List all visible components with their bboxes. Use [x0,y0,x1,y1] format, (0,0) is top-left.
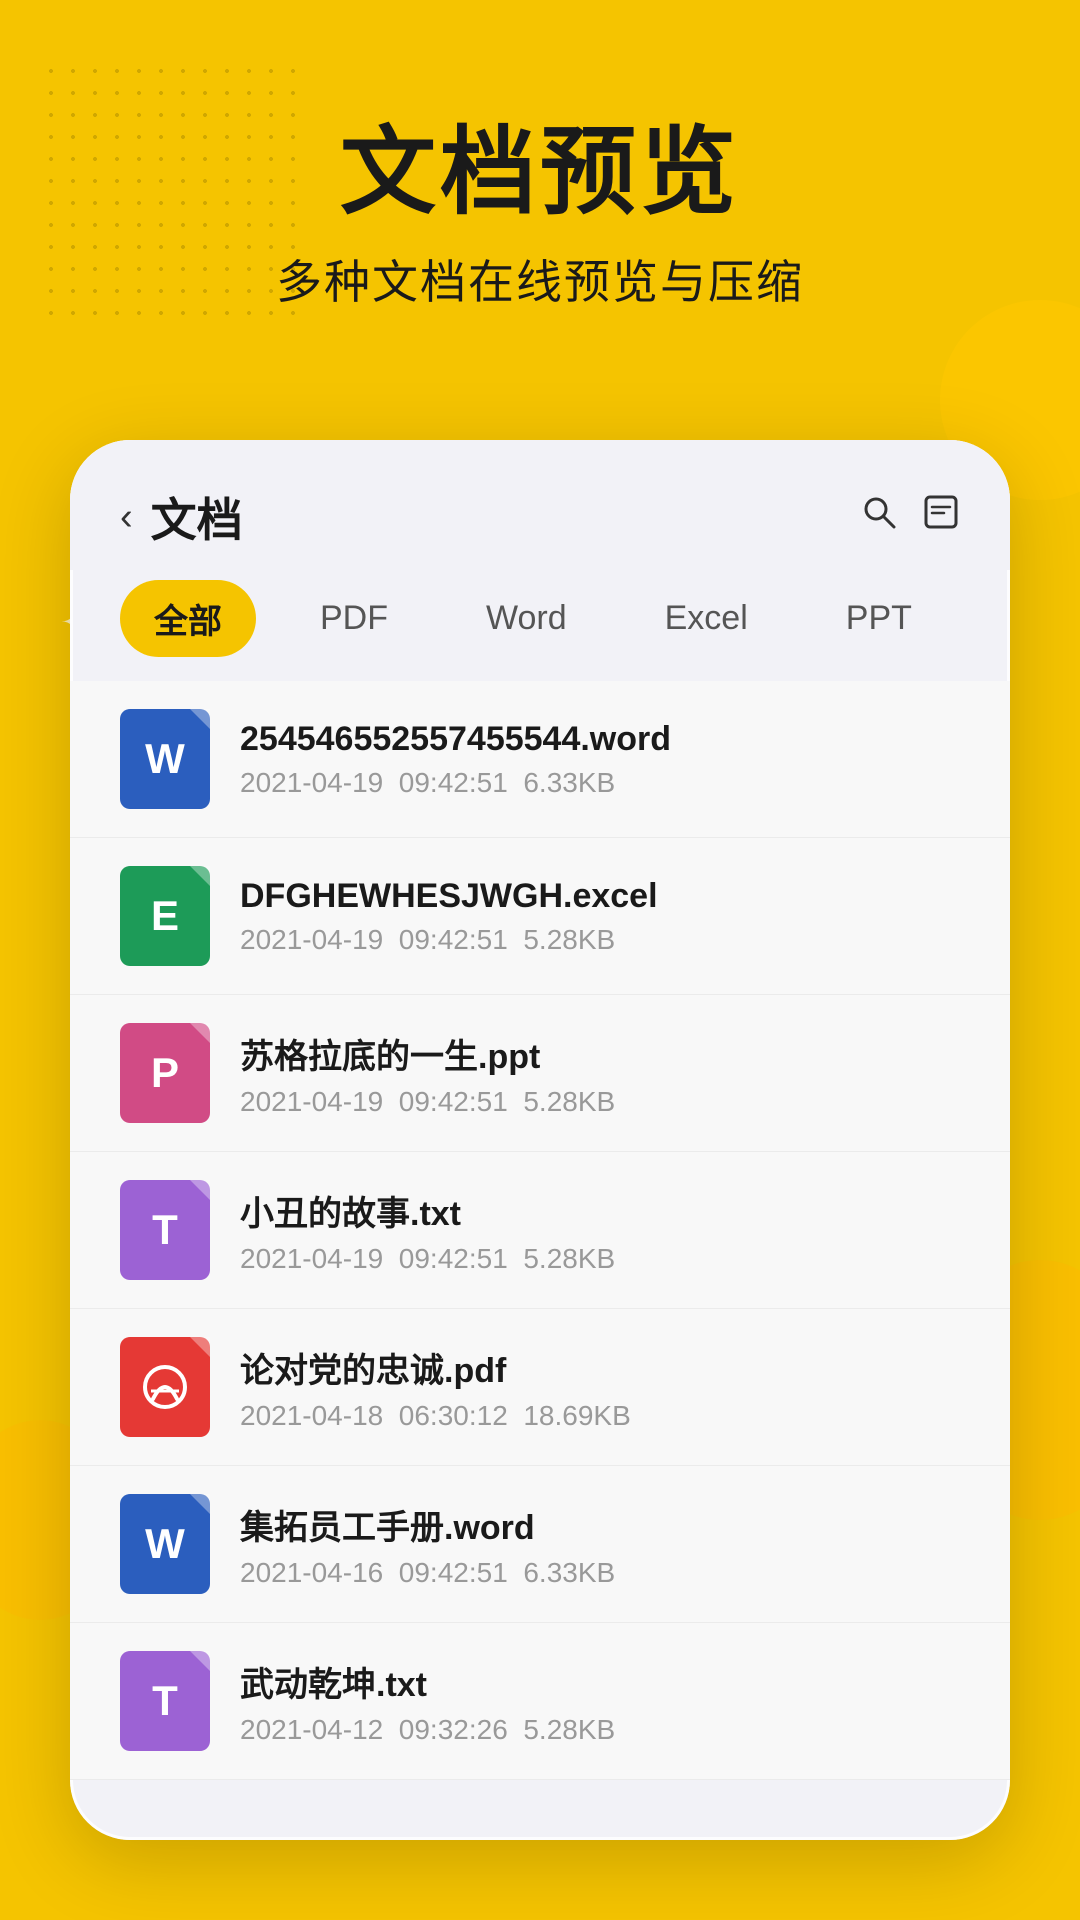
file-item-2[interactable]: E DFGHEWHESJWGH.excel 2021-04-19 09:42:5… [70,838,1010,995]
tab-all[interactable]: 全部 [120,580,256,657]
nav-title: 文档 [151,484,243,550]
tab-tx[interactable]: TX [976,585,1010,652]
file-item-1[interactable]: W 254546552557455544.word 2021-04-19 09:… [70,681,1010,838]
nav-left: ‹ 文档 [120,484,243,550]
main-title: 文档预览 [0,120,1080,226]
file-meta-2: 2021-04-19 09:42:51 5.28KB [240,924,960,956]
file-info-1: 254546552557455544.word 2021-04-19 09:42… [240,720,960,799]
file-item-5[interactable]: 论对党的忠诚.pdf 2021-04-18 06:30:12 18.69KB [70,1309,1010,1466]
back-icon[interactable]: ‹ [120,498,133,536]
file-meta-5: 2021-04-18 06:30:12 18.69KB [240,1400,960,1432]
tab-word[interactable]: Word [452,585,601,652]
file-info-4: 小丑的故事.txt 2021-04-19 09:42:51 5.28KB [240,1186,960,1275]
file-name-4: 小丑的故事.txt [240,1186,960,1235]
file-item-4[interactable]: T 小丑的故事.txt 2021-04-19 09:42:51 5.28KB [70,1152,1010,1309]
phone-mockup: ‹ 文档 全部 PDF Word Excel PPT [70,440,1010,1840]
tab-excel[interactable]: Excel [631,585,782,652]
file-info-5: 论对党的忠诚.pdf 2021-04-18 06:30:12 18.69KB [240,1343,960,1432]
file-name-6: 集拓员工手册.word [240,1500,960,1549]
file-list: W 254546552557455544.word 2021-04-19 09:… [70,681,1010,1780]
header-section: 文档预览 多种文档在线预览与压缩 [0,120,1080,312]
ppt-icon-3: P [120,1023,210,1123]
sub-title: 多种文档在线预览与压缩 [0,246,1080,312]
tab-ppt[interactable]: PPT [812,585,946,652]
file-name-3: 苏格拉底的一生.ppt [240,1029,960,1078]
txt-icon-7: T [120,1651,210,1751]
file-meta-1: 2021-04-19 09:42:51 6.33KB [240,767,960,799]
file-info-7: 武动乾坤.txt 2021-04-12 09:32:26 5.28KB [240,1657,960,1746]
file-info-6: 集拓员工手册.word 2021-04-16 09:42:51 6.33KB [240,1500,960,1589]
search-icon[interactable] [860,493,898,541]
file-name-1: 254546552557455544.word [240,720,960,759]
file-meta-3: 2021-04-19 09:42:51 5.28KB [240,1086,960,1118]
excel-icon-2: E [120,866,210,966]
phone-header: ‹ 文档 [70,440,1010,570]
word-icon-6: W [120,1494,210,1594]
pdf-icon-5 [120,1337,210,1437]
file-meta-4: 2021-04-19 09:42:51 5.28KB [240,1243,960,1275]
txt-icon-4: T [120,1180,210,1280]
file-meta-7: 2021-04-12 09:32:26 5.28KB [240,1714,960,1746]
file-meta-6: 2021-04-16 09:42:51 6.33KB [240,1557,960,1589]
file-name-5: 论对党的忠诚.pdf [240,1343,960,1392]
edit-icon[interactable] [922,493,960,541]
tab-pdf[interactable]: PDF [286,585,422,652]
file-item-7[interactable]: T 武动乾坤.txt 2021-04-12 09:32:26 5.28KB [70,1623,1010,1780]
file-info-2: DFGHEWHESJWGH.excel 2021-04-19 09:42:51 … [240,877,960,956]
file-item-3[interactable]: P 苏格拉底的一生.ppt 2021-04-19 09:42:51 5.28KB [70,995,1010,1152]
word-icon-1: W [120,709,210,809]
file-item-6[interactable]: W 集拓员工手册.word 2021-04-16 09:42:51 6.33KB [70,1466,1010,1623]
nav-icons [860,493,960,541]
file-name-7: 武动乾坤.txt [240,1657,960,1706]
filter-tabs: 全部 PDF Word Excel PPT TX [70,570,1010,681]
file-name-2: DFGHEWHESJWGH.excel [240,877,960,916]
file-info-3: 苏格拉底的一生.ppt 2021-04-19 09:42:51 5.28KB [240,1029,960,1118]
